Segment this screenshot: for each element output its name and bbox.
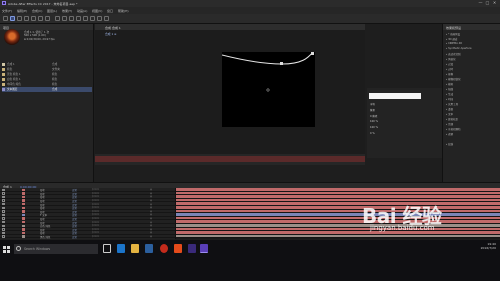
- effects-title: 效果和预设: [446, 25, 462, 30]
- home-tool-icon[interactable]: [3, 16, 8, 21]
- text-tool-icon[interactable]: [69, 16, 74, 21]
- camera-tool-icon[interactable]: [38, 16, 43, 21]
- search-placeholder: Search Windows: [24, 247, 51, 251]
- project-info-size: 500 x 500 (1.00): [24, 34, 46, 37]
- watermark-url: jingyan.baidu.com: [370, 224, 435, 232]
- maximize-button[interactable]: □: [485, 1, 490, 5]
- app-icon: [2, 1, 6, 5]
- selection-tool-icon[interactable]: [10, 16, 15, 21]
- layer-name[interactable]: 黑色 纯色: [40, 235, 50, 239]
- premiere-icon[interactable]: [188, 244, 196, 253]
- font-field[interactable]: [369, 93, 421, 99]
- eraser-tool-icon[interactable]: [90, 16, 95, 21]
- bezier-curve: [222, 52, 314, 65]
- edge-icon[interactable]: [117, 244, 125, 253]
- pan-tool-icon[interactable]: [45, 16, 50, 21]
- search-icon: [16, 246, 21, 251]
- roto-tool-icon[interactable]: [97, 16, 102, 21]
- baidu-watermark: Bai 经验 jingyan.baidu.com: [362, 200, 496, 270]
- label-swatch: [2, 77, 5, 81]
- character-panel: 字符 像素 0 像素 100 % 100 % 0 %: [367, 88, 442, 158]
- shape-path[interactable]: [222, 52, 315, 127]
- windows-start-icon[interactable]: [3, 246, 10, 253]
- visibility-eye-icon[interactable]: [2, 235, 5, 238]
- effect-category[interactable]: 遮罩: [446, 132, 453, 137]
- menu-help[interactable]: 帮助(H): [118, 9, 129, 13]
- shape-tool-icon[interactable]: [55, 16, 60, 21]
- zoom-tool-icon[interactable]: [24, 16, 29, 21]
- close-button[interactable]: ✕: [492, 1, 497, 5]
- menu-layer[interactable]: 图层(L): [47, 9, 57, 13]
- explorer-icon[interactable]: [131, 244, 139, 253]
- label-color-swatch[interactable]: [22, 235, 25, 238]
- label-swatch: [2, 62, 5, 66]
- anchor-point-handle: [280, 62, 283, 65]
- browser-icon[interactable]: [160, 244, 168, 253]
- parent-select[interactable]: ◎: [150, 235, 152, 238]
- char-label: 字符: [370, 103, 376, 106]
- layer-mode[interactable]: 正常: [72, 235, 77, 239]
- tab-composition[interactable]: 合成 合成 1: [105, 26, 121, 30]
- layer-row[interactable]: 黑色 纯色 正常 / ☐ ☐ ◎: [0, 235, 175, 239]
- paragraph-panel-title: 段落: [446, 142, 453, 147]
- menu-animation[interactable]: 动画(A): [77, 9, 87, 13]
- pen-tool-icon[interactable]: [62, 16, 67, 21]
- project-panel: 项目: [0, 24, 94, 182]
- layer-list: 形状 正常 / ☐ ☐ ◎ 形状 正常 / ☐ ☐ ◎ 形状 正常 / ☐ ☐ ◎ 形状 正常 / ☐ ☐ ◎…: [0, 188, 176, 239]
- font-size-field[interactable]: 像素: [370, 108, 440, 112]
- minimize-button[interactable]: —: [478, 1, 483, 5]
- tsume-field[interactable]: 0 %: [370, 132, 440, 136]
- label-swatch: [2, 82, 5, 86]
- effects-panel: 效果和预设 * 动画预设 3D 通道 CINEMA 4D Synthetic A…: [442, 24, 500, 182]
- vertical-scale-field[interactable]: 100 %: [370, 120, 440, 124]
- clone-tool-icon[interactable]: [83, 16, 88, 21]
- menu-file[interactable]: 文件(F): [2, 9, 12, 13]
- viewer-subtab[interactable]: 合成 1 ≡: [105, 32, 117, 36]
- anchor-point-handle: [311, 52, 314, 55]
- viewer-tabs: 合成 合成 1: [95, 24, 365, 30]
- rotate-tool-icon[interactable]: [31, 16, 36, 21]
- horizontal-scale-field[interactable]: 100 %: [370, 126, 440, 130]
- effects-header: 效果和预设: [443, 24, 500, 30]
- stroke-width-field[interactable]: 0 像素: [370, 114, 440, 118]
- menu-effect[interactable]: 效果(T): [62, 9, 72, 13]
- brush-tool-icon[interactable]: [76, 16, 81, 21]
- menu-window[interactable]: 窗口: [107, 9, 113, 13]
- menu-edit[interactable]: 编辑(E): [17, 9, 27, 13]
- label-swatch: [2, 72, 5, 76]
- anchor-crosshair-icon: [266, 88, 270, 92]
- after-effects-icon[interactable]: [200, 244, 208, 253]
- label-swatch: [2, 67, 5, 71]
- menu-composition[interactable]: 合成(C): [32, 9, 42, 13]
- hand-tool-icon[interactable]: [17, 16, 22, 21]
- media-player-icon[interactable]: [174, 244, 182, 253]
- menu-view[interactable]: 视图(V): [92, 9, 102, 13]
- title-bar: Adobe After Effects CC 2017 - 未命名项目.aep …: [0, 0, 500, 7]
- switches-icon[interactable]: / ☐ ☐: [92, 235, 99, 238]
- tool-bar: [0, 14, 500, 24]
- label-swatch: [2, 87, 5, 91]
- menu-bar: 文件(F) 编辑(E) 合成(C) 图层(L) 效果(T) 动画(A) 视图(V…: [0, 7, 500, 14]
- puppet-tool-icon[interactable]: [104, 16, 109, 21]
- project-item-selected[interactable]: 文本图层 合成: [2, 87, 92, 92]
- viewer-progress-strip: [95, 156, 365, 162]
- composition-thumbnail: [4, 29, 20, 45]
- window-title: Adobe After Effects CC 2017 - 未命名项目.aep …: [8, 1, 78, 6]
- project-info-duration: Δ 0;00;30;00, 29.97 fps: [24, 38, 55, 41]
- store-icon[interactable]: [145, 244, 153, 253]
- search-box[interactable]: Search Windows: [14, 244, 98, 254]
- task-view-icon[interactable]: [103, 244, 111, 253]
